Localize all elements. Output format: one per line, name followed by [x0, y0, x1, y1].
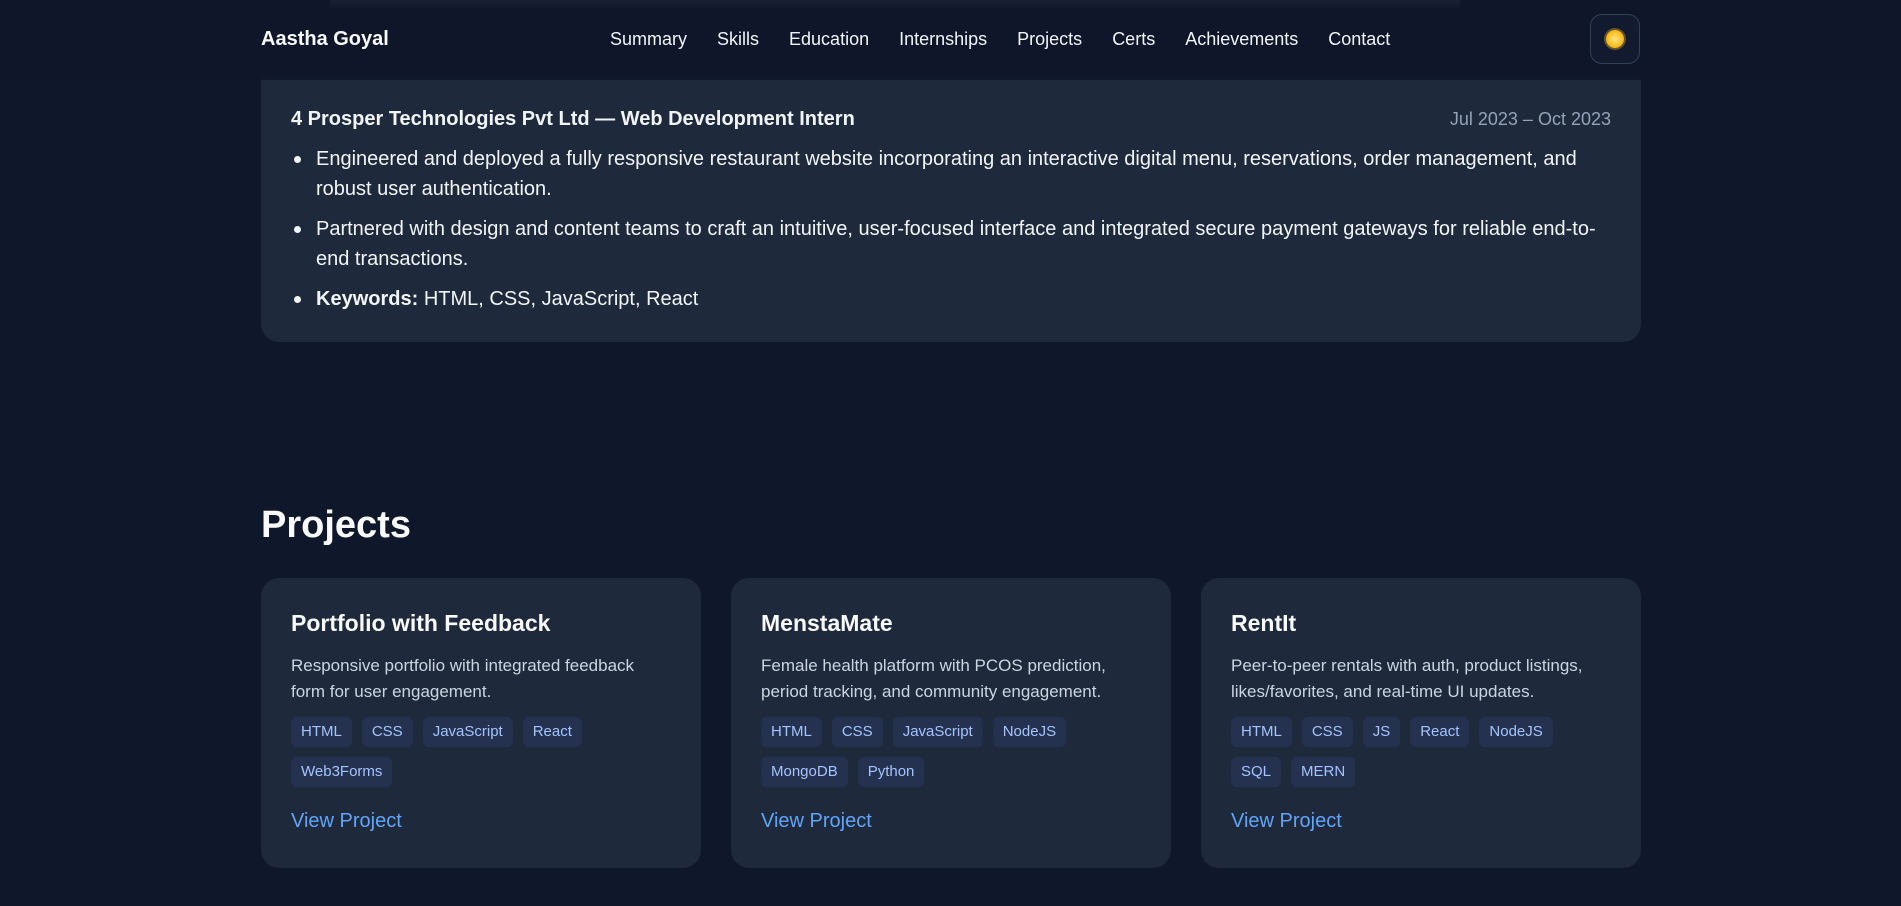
- tech-tag: CSS: [361, 717, 413, 747]
- internship-bullet: Engineered and deployed a fully responsi…: [291, 144, 1611, 204]
- project-name: Portfolio with Feedback: [291, 610, 551, 636]
- tech-tag: NodeJS: [1479, 717, 1553, 747]
- nav-link-skills[interactable]: Skills: [717, 29, 759, 50]
- page: Aastha Goyal Summary Skills Education In…: [0, 0, 1901, 906]
- nav-link-education[interactable]: Education: [789, 29, 869, 50]
- brand-name[interactable]: Aastha Goyal: [261, 28, 389, 51]
- projects-grid: Portfolio with Feedback Responsive portf…: [261, 578, 1641, 868]
- nav-link-projects[interactable]: Projects: [1017, 29, 1082, 50]
- tech-tag: MongoDB: [761, 757, 848, 787]
- internship-keywords: Keywords: HTML, CSS, JavaScript, React: [291, 284, 1611, 314]
- tech-tag: HTML: [761, 717, 822, 747]
- tech-tag: JavaScript: [892, 717, 983, 747]
- view-project-link[interactable]: View Project: [761, 810, 872, 833]
- theme-toggle-button[interactable]: [1590, 14, 1640, 64]
- tech-tag: JavaScript: [422, 717, 513, 747]
- keywords-label: Keywords:: [316, 288, 419, 310]
- tech-tag: CSS: [1301, 717, 1353, 747]
- project-card: MenstaMate Female health platform with P…: [731, 578, 1171, 868]
- tech-tag: React: [522, 717, 582, 747]
- internship-card: 4 Prosper Technologies Pvt Ltd — Web Dev…: [261, 76, 1641, 342]
- tech-tag: HTML: [291, 717, 352, 747]
- tech-tag: SQL: [1231, 757, 1282, 787]
- project-description: Female health platform with PCOS predict…: [761, 656, 1106, 701]
- internship-bullets: Engineered and deployed a fully responsi…: [291, 144, 1611, 324]
- tech-tag: Web3Forms: [291, 757, 393, 787]
- internship-title: 4 Prosper Technologies Pvt Ltd — Web Dev…: [291, 108, 855, 130]
- project-card: Portfolio with Feedback Responsive portf…: [261, 578, 701, 868]
- keywords-value: HTML, CSS, JavaScript, React: [423, 288, 699, 310]
- project-name: MenstaMate: [761, 610, 893, 636]
- internship-date: Jul 2023 – Oct 2023: [1449, 109, 1611, 129]
- tech-tag: React: [1410, 717, 1470, 747]
- internship-bullet: Partnered with design and content teams …: [291, 214, 1611, 274]
- nav-link-summary[interactable]: Summary: [610, 29, 687, 50]
- project-card: RentIt Peer-to-peer rentals with auth, p…: [1201, 578, 1641, 868]
- view-project-link[interactable]: View Project: [1231, 810, 1342, 833]
- sun-icon: [1606, 30, 1624, 48]
- tech-tag: JS: [1362, 717, 1401, 747]
- tech-tag: MERN: [1291, 757, 1356, 787]
- project-description: Peer-to-peer rentals with auth, product …: [1231, 656, 1583, 701]
- project-tags: HTML CSS JavaScript React Web3Forms: [291, 717, 671, 787]
- nav-link-internships[interactable]: Internships: [899, 29, 987, 50]
- navbar: Aastha Goyal Summary Skills Education In…: [0, 0, 1901, 80]
- nav-links: Summary Skills Education Internships Pro…: [610, 29, 1390, 50]
- nav-link-certs[interactable]: Certs: [1112, 29, 1155, 50]
- project-name: RentIt: [1231, 610, 1297, 636]
- project-tags: HTML CSS JS React NodeJS SQL MERN: [1231, 717, 1611, 787]
- project-description: Responsive portfolio with integrated fee…: [291, 656, 635, 701]
- tech-tag: NodeJS: [992, 717, 1067, 747]
- tech-tag: HTML: [1231, 717, 1292, 747]
- projects-heading: Projects: [261, 504, 411, 546]
- nav-link-achievements[interactable]: Achievements: [1185, 29, 1298, 50]
- nav-link-contact[interactable]: Contact: [1328, 29, 1390, 50]
- tech-tag: CSS: [831, 717, 883, 747]
- project-tags: HTML CSS JavaScript NodeJS MongoDB Pytho…: [761, 717, 1141, 787]
- view-project-link[interactable]: View Project: [291, 810, 402, 833]
- tech-tag: Python: [857, 757, 925, 787]
